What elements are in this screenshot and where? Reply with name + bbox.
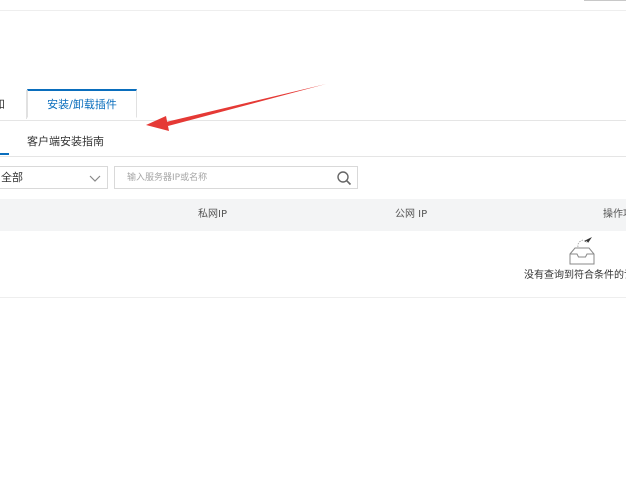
status-select[interactable]: 全部 xyxy=(0,166,108,189)
subtab-active-indicator xyxy=(0,153,9,155)
tab-active-label: 安装/卸载插件 xyxy=(47,98,117,111)
table-header: 私网IP 公网 IP 操作项 xyxy=(0,199,626,231)
search-icon[interactable] xyxy=(336,170,352,186)
column-header-public-ip: 公网 IP xyxy=(395,209,428,220)
tab-bar: 和 安装/卸载插件 xyxy=(0,89,626,121)
search-box xyxy=(114,166,358,189)
subtab-bar: 客户端安装指南 xyxy=(0,133,626,157)
tab-previous[interactable]: 和 xyxy=(0,90,27,119)
tab-previous-label: 和 xyxy=(0,98,5,111)
search-input[interactable] xyxy=(116,168,337,187)
top-right-control[interactable] xyxy=(584,0,626,2)
top-divider xyxy=(0,10,626,11)
chevron-down-icon xyxy=(89,175,101,182)
table-body xyxy=(0,231,626,298)
subtab-client-install-guide[interactable]: 客户端安装指南 xyxy=(27,133,104,151)
tab-install-uninstall-plugin[interactable]: 安装/卸载插件 xyxy=(27,89,137,118)
empty-state-text: 没有查询到符合条件的记录 xyxy=(524,270,626,281)
empty-box-icon xyxy=(569,237,595,265)
column-header-private-ip: 私网IP xyxy=(198,209,227,220)
column-header-action: 操作项 xyxy=(603,209,626,220)
select-value: 全部 xyxy=(1,171,23,184)
